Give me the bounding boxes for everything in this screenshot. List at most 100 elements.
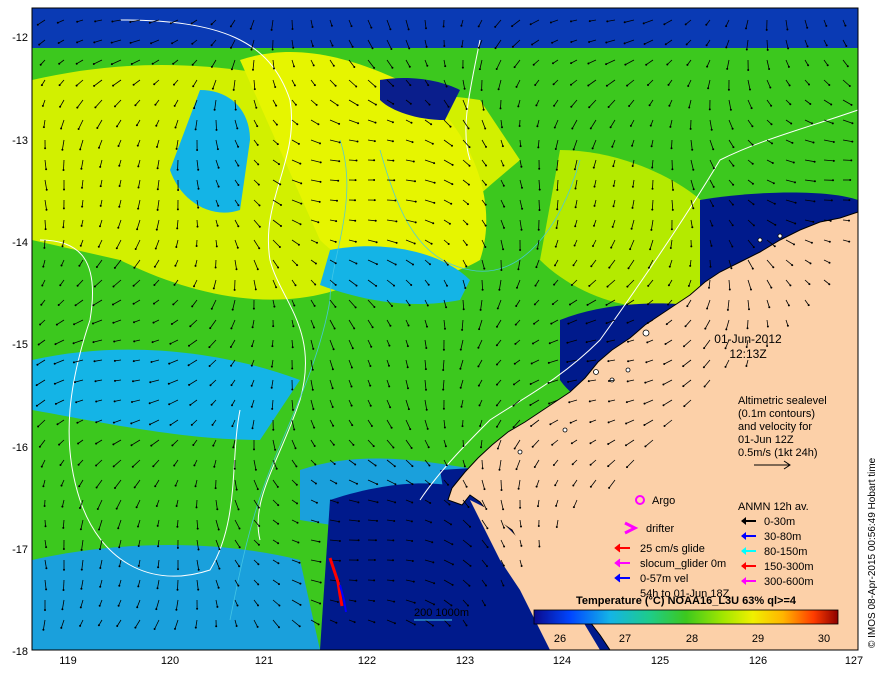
velocity-arrow-head — [154, 103, 157, 106]
velocity-arrow-head — [514, 342, 517, 345]
velocity-arrow-head — [496, 425, 498, 428]
velocity-arrow-head — [848, 219, 850, 222]
velocity-arrow-head — [196, 225, 199, 228]
velocity-arrow-head — [355, 284, 358, 287]
velocity-arrow-head — [388, 364, 390, 367]
velocity-arrow-head — [35, 384, 38, 387]
velocity-arrow-head — [257, 563, 260, 566]
velocity-arrow-head — [410, 447, 413, 449]
velocity-arrow-head — [521, 186, 523, 189]
velocity-arrow-head — [649, 124, 652, 127]
velocity-arrow-head — [813, 200, 816, 203]
velocity-arrow-head — [257, 163, 260, 166]
velocity-arrow-head — [631, 144, 634, 147]
velocity-arrow-head — [55, 323, 58, 326]
velocity-arrow-head — [295, 483, 298, 486]
velocity-arrow-head — [272, 428, 275, 431]
velocity-arrow-head — [500, 269, 503, 271]
velocity-arrow-head — [751, 125, 754, 128]
velocity-arrow-head — [605, 84, 608, 87]
velocity-arrow-head — [110, 63, 113, 66]
velocity-arrow-head — [631, 206, 634, 209]
velocity-arrow-head — [137, 564, 140, 567]
velocity-arrow-head — [712, 167, 715, 170]
velocity-arrow-head — [605, 63, 608, 66]
velocity-arrow-head — [408, 65, 411, 68]
velocity-arrow-head — [683, 345, 685, 348]
velocity-arrow-head — [646, 303, 649, 306]
velocity-arrow-head — [252, 68, 254, 71]
velocity-arrow-head — [80, 224, 83, 227]
velocity-arrow-head — [485, 145, 487, 148]
velocity-arrow-head — [118, 164, 121, 167]
velocity-arrow-head — [113, 359, 116, 362]
velocity-arrow-head — [291, 346, 294, 349]
velocity-arrow-head — [515, 85, 518, 88]
velocity-arrow-head — [531, 445, 534, 448]
velocity-arrow-head — [176, 588, 179, 591]
velocity-arrow-head — [572, 506, 575, 509]
credit-text: © IMOS 08-Apr-2015 00:56:49 Hobart time — [867, 457, 878, 648]
velocity-arrow-head — [214, 266, 217, 269]
velocity-arrow-head — [92, 304, 95, 307]
velocity-arrow-head — [172, 62, 175, 65]
velocity-arrow-head — [211, 87, 214, 90]
velocity-arrow-head — [589, 127, 592, 130]
velocity-arrow-head — [137, 207, 140, 210]
velocity-arrow-head — [331, 387, 334, 390]
velocity-arrow-head — [574, 206, 577, 209]
velocity-arrow-head — [682, 385, 685, 388]
velocity-arrow-head — [355, 579, 358, 582]
velocity-arrow-head — [231, 308, 234, 311]
anmn-legend-label: 0-30m — [764, 516, 795, 528]
velocity-arrow — [386, 199, 396, 201]
velocity-arrow-head — [411, 540, 414, 542]
velocity-arrow-head — [685, 43, 688, 46]
velocity-arrow-head — [692, 188, 695, 191]
velocity-arrow-head — [392, 84, 395, 87]
velocity-arrow-head — [291, 28, 294, 30]
velocity-arrow-head — [277, 522, 280, 525]
velocity-arrow-head — [157, 545, 160, 548]
velocity-arrow-head — [373, 66, 376, 69]
velocity-arrow-head — [750, 288, 752, 291]
velocity-arrow-head — [409, 102, 412, 105]
velocity-arrow-head — [215, 245, 218, 248]
velocity-arrow-head — [411, 483, 414, 486]
velocity-arrow-head — [394, 199, 397, 202]
velocity-arrow-head — [687, 85, 690, 87]
velocity-arrow-head — [844, 24, 847, 27]
velocity-arrow-head — [62, 526, 65, 529]
velocity-arrow-head — [134, 626, 137, 629]
velocity-arrow-head — [731, 203, 734, 206]
velocity-arrow-head — [217, 185, 220, 188]
velocity-arrow-head — [133, 266, 136, 269]
velocity-arrow-head — [444, 65, 447, 68]
velocity-arrow-head — [217, 586, 220, 589]
velocity-arrow-head — [552, 62, 554, 65]
velocity-arrow-head — [567, 322, 570, 325]
velocity-arrow-head — [589, 485, 592, 488]
velocity-arrow-head — [270, 365, 273, 368]
velocity-arrow-head — [254, 468, 257, 471]
velocity-arrow-head — [37, 425, 40, 428]
velocity-arrow-head — [427, 283, 430, 286]
velocity-arrow-head — [547, 382, 550, 384]
velocity-arrow — [671, 139, 673, 149]
velocity-arrow-head — [299, 162, 302, 165]
velocity-arrow-head — [112, 84, 115, 87]
velocity-arrow-head — [151, 341, 154, 344]
velocity-arrow-head — [375, 284, 378, 287]
velocity-arrow-head — [335, 220, 338, 223]
velocity-arrow-head — [54, 343, 57, 346]
velocity-arrow-head — [369, 384, 372, 387]
glider-legend-label: 0-57m vel — [640, 573, 688, 585]
velocity-arrow-head — [445, 306, 448, 309]
velocity-arrow-head — [137, 165, 140, 168]
velocity-arrow-head — [59, 105, 62, 108]
velocity-arrow-head — [195, 245, 198, 247]
velocity-arrow-head — [131, 465, 134, 468]
velocity-arrow-head — [662, 404, 665, 407]
velocity-arrow-head — [665, 323, 668, 326]
velocity-arrow-head — [570, 62, 573, 65]
